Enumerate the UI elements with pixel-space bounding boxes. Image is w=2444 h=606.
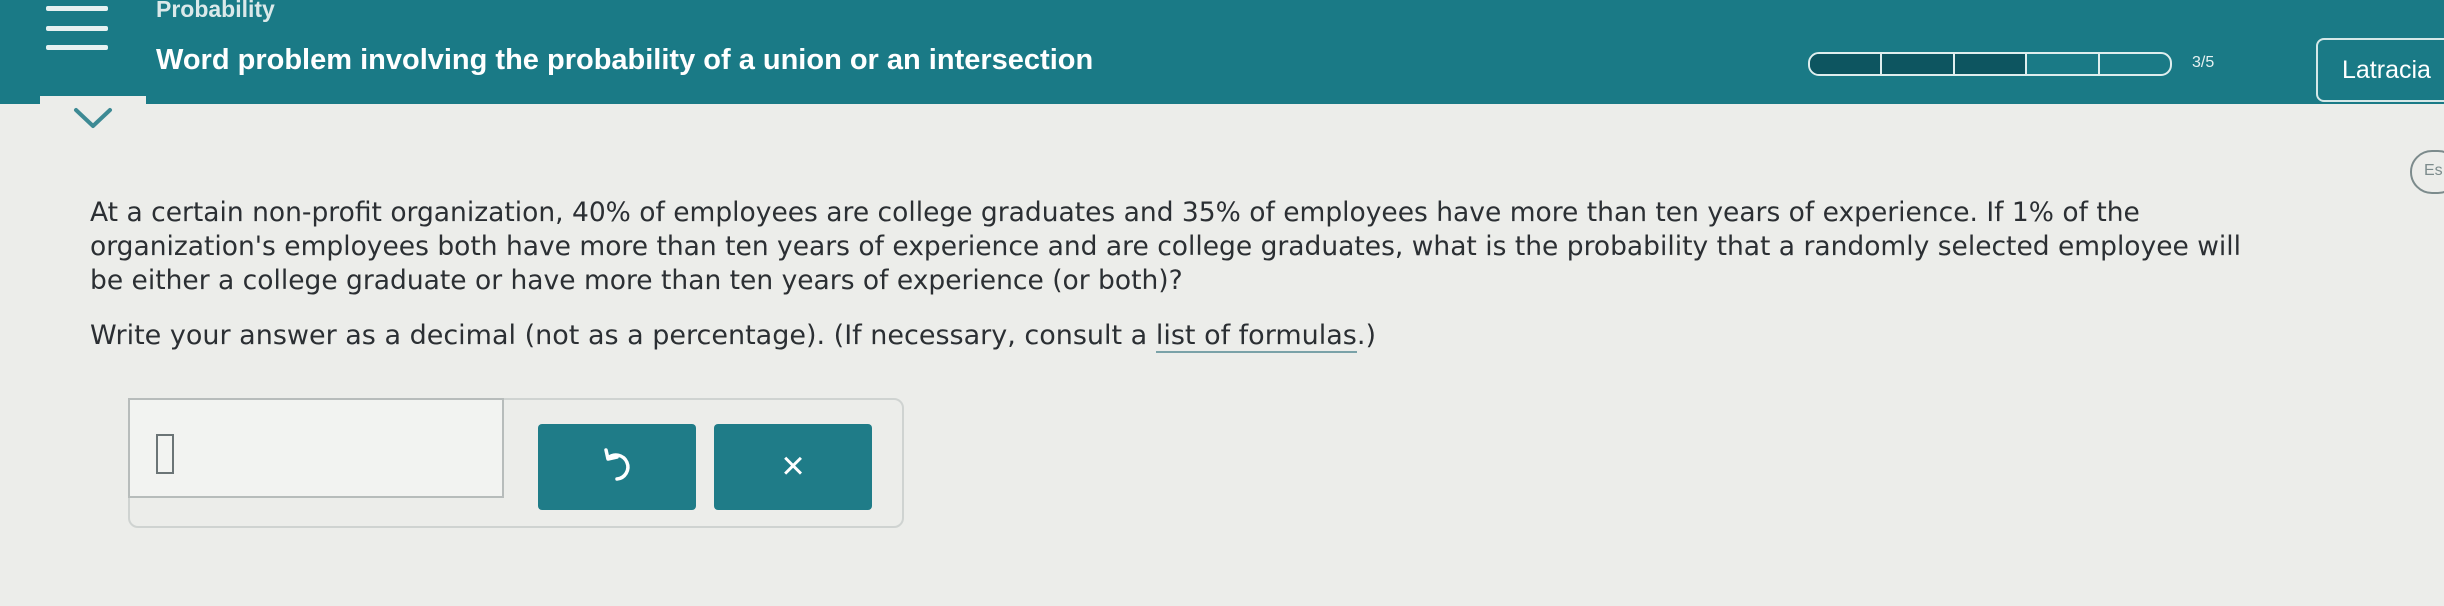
progress-segment [1954,54,2028,74]
answer-input[interactable] [128,398,504,498]
user-menu-button[interactable]: Latracia [2316,38,2444,102]
topic-label: Probability [156,0,275,22]
progress-segment [2100,54,2170,74]
progress-bar [1808,52,2172,76]
progress-count: 3/5 [2192,54,2215,71]
problem-line: be either a college graduate or have mor… [90,265,1183,296]
input-cursor [156,434,174,474]
header-bar: Probability Word problem involving the p… [0,0,2444,104]
chevron-down-icon [74,108,112,128]
instruction-text: Write your answer as a decimal (not as a… [90,320,1156,351]
answer-instruction: Write your answer as a decimal (not as a… [90,320,2390,353]
problem-title: Word problem involving the probability o… [156,44,1094,76]
problem-line: At a certain non-profit organization, 40… [90,197,2140,228]
formulas-link[interactable]: list of formulas [1155,320,1357,353]
progress-segment [1882,54,1955,74]
progress-segment [1810,54,1883,74]
problem-line: organization's employees both have more … [90,231,2241,262]
undo-button[interactable] [538,424,696,510]
hamburger-menu-icon[interactable] [46,6,108,50]
language-tab[interactable]: Es [2410,150,2444,194]
expand-toggle[interactable] [40,96,146,140]
clear-button[interactable]: × [714,424,872,510]
undo-icon [604,448,630,481]
instruction-text-end: .) [1356,320,1376,351]
progress-segment [2027,54,2100,74]
problem-statement: At a certain non-profit organization, 40… [90,196,2390,298]
